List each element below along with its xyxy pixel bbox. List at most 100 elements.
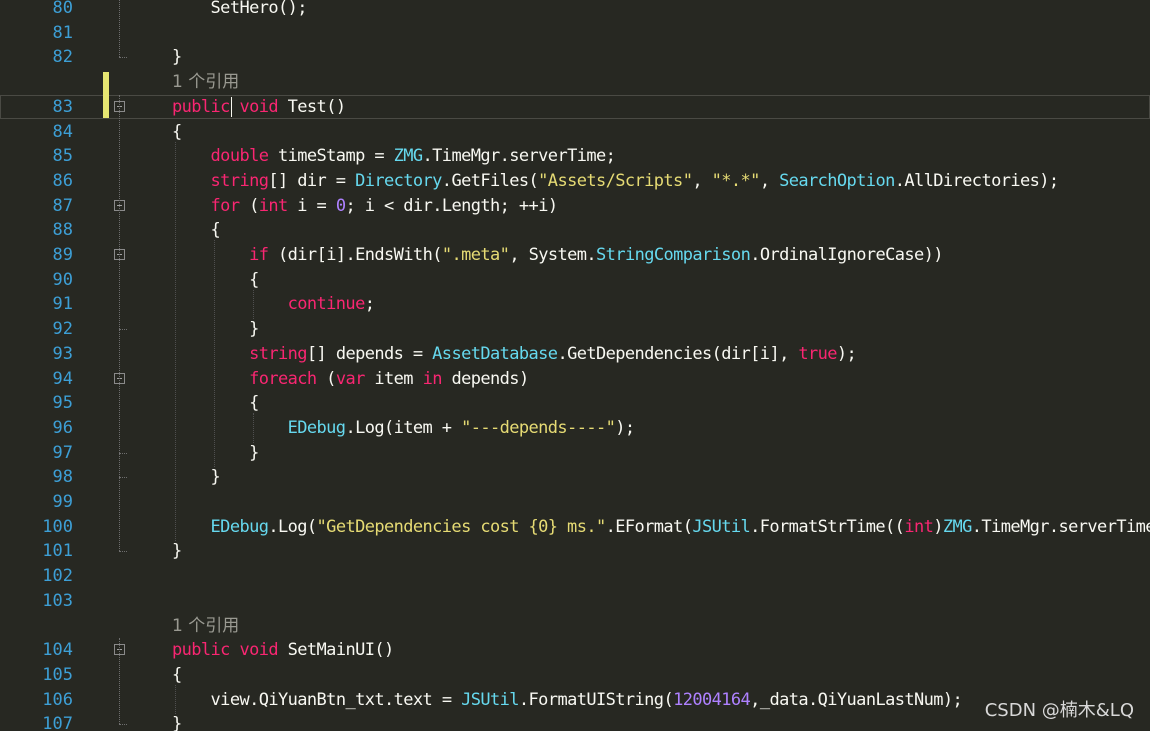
string-literal: "*.*" [711, 171, 761, 191]
code-text[interactable]: } [172, 539, 182, 563]
code-text[interactable]: } [172, 712, 182, 731]
line-number: 104 [42, 640, 73, 660]
code-text[interactable]: } [172, 465, 221, 489]
type-name: SearchOption [779, 171, 895, 191]
code-line[interactable]: 106 view.QiYuanBtn_txt.text = JSUtil.For… [0, 688, 1150, 712]
code-line[interactable]: 92 } [0, 317, 1150, 341]
watermark: CSDN @楠木&LQ [984, 700, 1134, 721]
line-number: 92 [52, 319, 73, 339]
type-name: AssetDatabase [432, 344, 558, 364]
code-line[interactable]: 93 string[] depends = AssetDatabase.GetD… [0, 342, 1150, 366]
code-text[interactable]: { [172, 663, 182, 687]
string-literal: ".meta" [441, 245, 510, 265]
code-text[interactable]: public void Test() [172, 95, 346, 119]
code-line[interactable]: 96 EDebug.Log(item + "---depends----"); [0, 416, 1150, 440]
keyword: foreach [249, 369, 317, 389]
keyword: string [210, 171, 269, 191]
code-editor[interactable]: 80 SetHero(); 81 82} 1 个引用 83 public void Tes… [0, 0, 1150, 731]
keyword: in [422, 369, 443, 389]
line-number: 87 [52, 196, 73, 216]
line-number: 83 [52, 97, 73, 117]
code-line[interactable]: 82} [0, 45, 1150, 69]
code-text[interactable]: public void SetMainUI() [172, 638, 394, 662]
indent-guide [253, 290, 254, 319]
code-line[interactable]: 90 { [0, 268, 1150, 292]
code-text[interactable]: string[] depends = AssetDatabase.GetDepe… [172, 342, 857, 366]
code-line[interactable]: 98 } [0, 465, 1150, 489]
keyword: int [258, 196, 289, 216]
code-line[interactable]: 84 { [0, 120, 1150, 144]
code-line[interactable]: 97 } [0, 441, 1150, 465]
code-line[interactable]: 91 continue; [0, 292, 1150, 316]
type-name: Directory [355, 171, 442, 191]
codelens-references[interactable]: 1 个引用 [172, 70, 239, 94]
code-line[interactable]: 101} [0, 539, 1150, 563]
code-line[interactable]: 85 double timeStamp = ZMG.TimeMgr.server… [0, 144, 1150, 168]
code-text[interactable]: foreach (var item in depends) [172, 367, 529, 391]
code-line[interactable]: 107} [0, 712, 1150, 731]
line-number: 93 [52, 344, 73, 364]
line-number: 97 [52, 443, 73, 463]
code-text[interactable]: { [172, 391, 259, 415]
line-number: 95 [52, 393, 73, 413]
line-number: 89 [52, 245, 73, 265]
outline-tick [119, 477, 127, 478]
code-line[interactable]: 88 { [0, 218, 1150, 242]
keyword: if [249, 245, 269, 265]
line-number: 106 [42, 690, 73, 710]
line-number: 82 [52, 47, 73, 67]
code-text[interactable]: string[] dir = Directory.GetFiles("Asset… [172, 169, 1060, 193]
keyword: continue [287, 294, 366, 314]
code-text[interactable]: { [172, 120, 182, 144]
code-text[interactable]: { [172, 218, 221, 242]
type-name: StringComparison [596, 245, 751, 265]
line-number: 84 [52, 122, 73, 142]
code-text[interactable]: EDebug.Log(item + "---depends----"); [172, 416, 636, 440]
code-line[interactable]: 103 [0, 589, 1150, 613]
code-line[interactable]: 83 public void Test() [0, 95, 1150, 119]
code-line[interactable]: 86 string[] dir = Directory.GetFiles("As… [0, 169, 1150, 193]
keyword: public [172, 640, 230, 660]
code-line[interactable]: 102 [0, 564, 1150, 588]
line-number: 101 [42, 541, 73, 561]
codelens-row[interactable]: 1 个引用 [0, 614, 1150, 638]
code-line[interactable]: 104 public void SetMainUI() [0, 638, 1150, 662]
code-line[interactable]: 80 SetHero(); [0, 0, 1150, 20]
keyword: int [904, 517, 934, 537]
code-line[interactable]: 95 { [0, 391, 1150, 415]
code-line[interactable]: 81 [0, 21, 1150, 45]
code-text[interactable]: } [172, 441, 259, 465]
keyword: double [210, 146, 269, 166]
type-name: ZMG [393, 146, 424, 166]
type-name: JSUtil [692, 517, 751, 537]
line-number: 105 [42, 665, 73, 685]
code-text[interactable]: EDebug.Log("GetDependencies cost {0} ms.… [172, 515, 1150, 539]
code-line[interactable]: 100 EDebug.Log("GetDependencies cost {0}… [0, 515, 1150, 539]
code-line[interactable]: 89 if (dir[i].EndsWith(".meta", System.S… [0, 243, 1150, 267]
code-line[interactable]: 94 foreach (var item in depends) [0, 367, 1150, 391]
code-line[interactable]: 99 [0, 490, 1150, 514]
code-line[interactable]: 87 for (int i = 0; i < dir.Length; ++i) [0, 194, 1150, 218]
line-number: 98 [52, 467, 73, 487]
keyword: public [172, 97, 230, 117]
code-text[interactable]: } [172, 45, 182, 69]
codelens-references[interactable]: 1 个引用 [172, 614, 239, 638]
line-number: 81 [52, 23, 73, 43]
code-text[interactable]: if (dir[i].EndsWith(".meta", System.Stri… [172, 243, 943, 267]
code-text[interactable]: continue; [172, 292, 375, 316]
code-text[interactable]: { [172, 268, 259, 292]
code-text[interactable]: SetHero(); [172, 0, 308, 20]
code-text[interactable]: view.QiYuanBtn_txt.text = JSUtil.FormatU… [172, 688, 963, 712]
outline-tick [119, 551, 127, 552]
code-text[interactable]: double timeStamp = ZMG.TimeMgr.serverTim… [172, 144, 616, 168]
code-text[interactable]: for (int i = 0; i < dir.Length; ++i) [172, 194, 559, 218]
code-line[interactable]: 105 { [0, 663, 1150, 687]
code-text[interactable]: } [172, 317, 259, 341]
keyword: string [249, 344, 307, 364]
string-literal: "GetDependencies cost {0} ms." [316, 517, 607, 537]
outline-line [119, 638, 120, 724]
type-name: ZMG [942, 517, 973, 537]
string-literal: "Assets/Scripts" [538, 171, 693, 191]
outline-tick [119, 329, 127, 330]
codelens-row[interactable]: 1 个引用 [0, 70, 1150, 94]
